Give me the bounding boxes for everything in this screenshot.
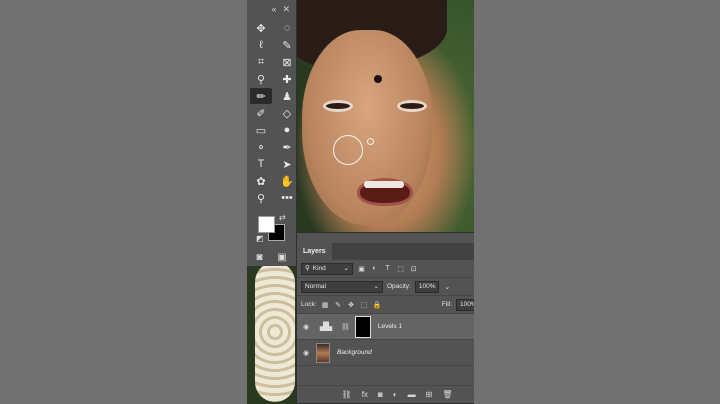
lock-artboard-icon[interactable]: ⬚ (360, 300, 369, 309)
blend-mode-select[interactable]: Normal ⌄ (301, 280, 383, 293)
filter-type-icon[interactable]: T (383, 264, 392, 273)
lock-position-icon[interactable]: ✥ (347, 300, 356, 309)
clone-stamp-icon[interactable]: ♟ (276, 88, 298, 104)
frame-icon[interactable]: ⊠ (276, 54, 298, 70)
levels-adjustment-icon[interactable]: ▟▙ (316, 317, 336, 337)
filter-row: ⚲ Kind ⌄ ▣ ◐ T ⬚ ⊡ (297, 260, 474, 278)
photo-bindi (374, 75, 382, 83)
filter-kind-label: Kind (312, 264, 326, 272)
layers-panel: « ✕ Layers ≡ ⚲ Kind ⌄ ▣ ◐ T ⬚ ⊡ Normal ⌄ (296, 232, 474, 404)
opacity-label: Opacity: (387, 283, 411, 290)
lock-row: Lock: ▦ ✎ ✥ ⬚ 🔒 Fill: 100% ⌄ (297, 296, 474, 314)
lock-pixels-icon[interactable]: ✎ (334, 300, 343, 309)
photo-right-eye (397, 100, 427, 112)
chevron-down-icon: ⌄ (343, 264, 349, 272)
foreground-color[interactable] (258, 216, 275, 233)
history-brush-icon[interactable]: ✐ (250, 105, 272, 121)
layer-thumbnail[interactable] (316, 342, 330, 363)
crop-icon[interactable]: ⌗ (250, 54, 272, 70)
shape-icon[interactable]: ✿ (250, 173, 272, 189)
tab-layers[interactable]: Layers (297, 243, 332, 260)
search-icon: ⚲ (305, 264, 310, 272)
mask-link-icon[interactable]: ⛓ (341, 323, 350, 331)
eraser-icon[interactable]: ◇ (276, 105, 298, 121)
move-icon[interactable]: ✥ (250, 20, 272, 36)
photoshop-screen: « ✕ ✥◌ℓ✎⌗⊠⚲✚✏♟✐◇▭●⚬✒T➤✿✋⚲••• ⇄ ◩ ◙ ▣ « ✕… (247, 0, 474, 404)
fill-value: 100% (460, 300, 474, 308)
chevron-down-icon[interactable]: ⌄ (443, 282, 452, 291)
layers-footer: ⛓ fx ◙ ◐ ▬ ⊞ 🗑 (297, 385, 474, 403)
adjustment-icon[interactable]: ◐ (393, 390, 398, 399)
default-colors-icon[interactable]: ◩ (256, 234, 264, 243)
close-icon[interactable]: ✕ (282, 4, 290, 15)
lock-all-icon[interactable]: 🔒 (373, 300, 382, 309)
fill-label: Fill: (441, 301, 452, 308)
tool-grid: ✥ ◌ ℓ ✎ ⌗ ⊠ ⚲ ✚ ✏ ♟ ✐ ◇ ▭ ● ⚬ ✒ T ➤ ✿ ✋ ⚲ ••• (247, 18, 296, 208)
swap-colors-icon[interactable]: ⇄ (279, 213, 286, 222)
filter-shape-icon[interactable]: ⬚ (396, 264, 405, 273)
layer-name[interactable]: Levels 1 (378, 323, 402, 330)
more-tools-icon[interactable]: ••• (276, 190, 298, 206)
quick-select-icon[interactable]: ✎ (276, 37, 298, 53)
lasso-icon[interactable]: ℓ (250, 37, 272, 53)
opacity-value: 100% (418, 282, 436, 290)
photo-left-eye (323, 100, 353, 112)
hand-icon[interactable]: ✋ (276, 173, 298, 189)
blend-row: Normal ⌄ Opacity: 100% ⌄ (297, 278, 474, 296)
visibility-eye-icon[interactable]: ◉ (301, 323, 311, 331)
delete-layer-icon[interactable]: 🗑 (442, 390, 452, 399)
brush-icon[interactable]: ✏ (250, 88, 272, 104)
pen-icon[interactable]: ✒ (276, 139, 298, 155)
opacity-field[interactable]: 100% (414, 280, 439, 293)
layers-panel-controls: « ✕ (297, 233, 474, 243)
quick-mask-icon[interactable]: ◙ (256, 252, 262, 263)
healing-brush-icon[interactable]: ✚ (276, 71, 298, 87)
eyedropper-icon[interactable]: ⚲ (250, 71, 272, 87)
link-layers-icon[interactable]: ⛓ (342, 390, 352, 399)
lock-transparent-icon[interactable]: ▦ (321, 300, 330, 309)
filter-kind-select[interactable]: ⚲ Kind ⌄ (301, 262, 353, 275)
chevron-down-icon: ⌄ (373, 282, 379, 290)
group-icon[interactable]: ▬ (408, 390, 416, 399)
filter-smart-object-icon[interactable]: ⊡ (409, 264, 418, 273)
layers-panel-tabs: Layers ≡ (297, 243, 474, 260)
add-mask-icon[interactable]: ◙ (378, 390, 383, 399)
lock-label: Lock: (301, 301, 317, 308)
layer-mask-thumbnail[interactable] (354, 315, 371, 338)
color-swatches: ⇄ ◩ (251, 212, 295, 248)
type-icon[interactable]: T (250, 156, 272, 172)
tools-panel: « ✕ ✥ ◌ ℓ ✎ ⌗ ⊠ ⚲ ✚ ✏ ♟ ✐ ◇ ▭ ● ⚬ ✒ T ➤ ✿ ✋ ⚲ ••• ⇄ ◩ ◙ ▣ (247, 0, 297, 266)
dodge-icon[interactable]: ⚬ (250, 139, 272, 155)
visibility-eye-icon[interactable]: ◉ (301, 349, 311, 357)
collapse-icon[interactable]: « (271, 4, 276, 14)
gradient-icon[interactable]: ▭ (250, 122, 272, 138)
layer-row-background[interactable]: ◉ Background 🔒 (297, 340, 474, 366)
zoom-icon[interactable]: ⚲ (250, 190, 272, 206)
toolbar-bottom: ◙ ▣ (247, 248, 296, 267)
fx-icon[interactable]: fx (362, 390, 368, 399)
brush-cursor-dot (367, 138, 374, 145)
new-layer-icon[interactable]: ⊞ (426, 390, 433, 399)
photo-garland (255, 262, 295, 402)
blend-mode-value: Normal (305, 282, 326, 290)
layer-name[interactable]: Background (337, 349, 372, 356)
screen-mode-icon[interactable]: ▣ (277, 252, 286, 263)
tools-panel-header: « ✕ (247, 0, 296, 18)
brush-cursor (333, 135, 363, 165)
layer-row-levels-1[interactable]: ◉ ▟▙ ⛓ Levels 1 (297, 314, 474, 340)
filter-adjustment-icon[interactable]: ◐ (370, 264, 379, 273)
fill-field[interactable]: 100% (456, 298, 474, 311)
path-select-icon[interactable]: ➤ (276, 156, 298, 172)
blur-icon[interactable]: ● (276, 122, 298, 138)
photo-teeth (364, 181, 404, 188)
marquee-icon[interactable]: ◌ (276, 20, 298, 36)
filter-pixel-icon[interactable]: ▣ (357, 264, 366, 273)
